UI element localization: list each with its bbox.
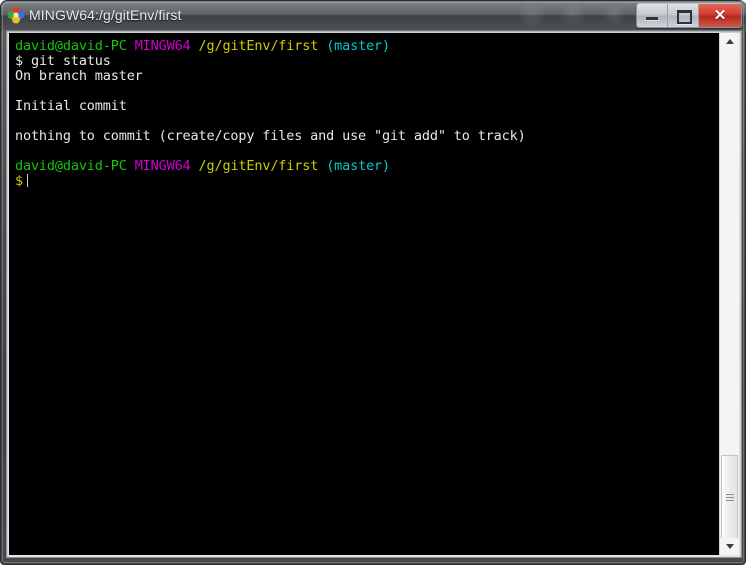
- mingw-diamond-icon: [7, 6, 25, 24]
- terminal-line: Initial commit: [15, 99, 526, 114]
- terminal-text: david@david-PC: [15, 38, 127, 54]
- scroll-down-arrow[interactable]: [720, 538, 739, 555]
- terminal-output-area[interactable]: david@david-PC MINGW64 /g/gitEnv/first (…: [9, 33, 719, 555]
- terminal-line: $: [15, 174, 526, 189]
- window-title: MINGW64:/g/gitEnv/first: [29, 7, 182, 23]
- terminal-text: (master): [326, 158, 391, 174]
- minimize-button[interactable]: [637, 4, 668, 27]
- terminal-text: MINGW64: [134, 158, 191, 174]
- title-bar[interactable]: MINGW64:/g/gitEnv/first ✕: [1, 1, 746, 30]
- scroll-up-arrow[interactable]: [720, 33, 739, 50]
- terminal-line: nothing to commit (create/copy files and…: [15, 129, 526, 144]
- minimize-icon: [646, 17, 658, 20]
- scrollbar-thumb[interactable]: [721, 455, 738, 540]
- terminal-line: david@david-PC MINGW64 /g/gitEnv/first (…: [15, 39, 526, 54]
- window-controls: ✕: [636, 3, 742, 28]
- terminal-text: $: [15, 173, 23, 189]
- maximize-button[interactable]: [668, 4, 699, 27]
- triangle-up-icon: [726, 39, 734, 44]
- vertical-scrollbar[interactable]: [719, 33, 739, 555]
- terminal-window: MINGW64:/g/gitEnv/first ✕ david@david-PC…: [0, 0, 746, 565]
- terminal-text: nothing to commit (create/copy files and…: [15, 128, 526, 144]
- terminal-text: git status: [30, 53, 111, 69]
- terminal-text: (master): [326, 38, 391, 54]
- terminal-line: On branch master: [15, 69, 526, 84]
- terminal-text: david@david-PC: [15, 158, 127, 174]
- terminal-line: david@david-PC MINGW64 /g/gitEnv/first (…: [15, 159, 526, 174]
- terminal-text: Initial commit: [15, 98, 127, 114]
- terminal-line: $ git status: [15, 54, 526, 69]
- scrollbar-grip-icon: [726, 494, 734, 502]
- terminal-lines: david@david-PC MINGW64 /g/gitEnv/first (…: [15, 39, 526, 189]
- text-cursor: [26, 174, 28, 187]
- terminal-text: On branch master: [15, 68, 143, 84]
- triangle-down-icon: [726, 544, 734, 549]
- terminal-text: /g/gitEnv/first: [198, 38, 319, 54]
- close-icon: ✕: [713, 7, 727, 24]
- terminal-text: $: [15, 53, 31, 69]
- maximize-icon: [677, 10, 692, 24]
- terminal-text: /g/gitEnv/first: [198, 158, 319, 174]
- terminal-text: MINGW64: [134, 38, 191, 54]
- close-button[interactable]: ✕: [699, 4, 741, 27]
